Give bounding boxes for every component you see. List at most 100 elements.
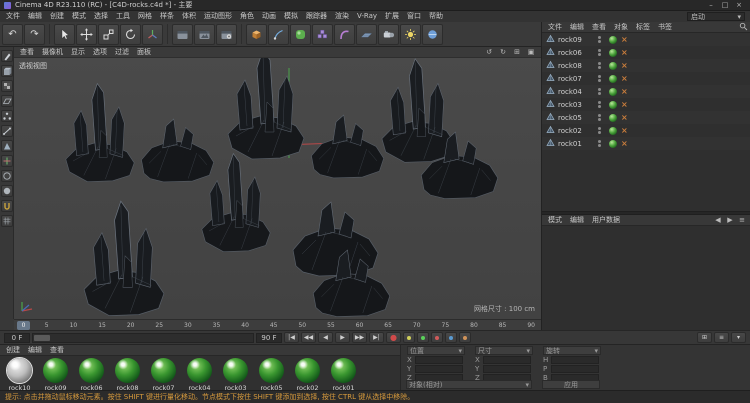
add-cube-icon[interactable] [246, 23, 267, 45]
material-sphere[interactable] [331, 358, 356, 383]
menu-volume[interactable]: 体积 [178, 11, 200, 22]
floor-icon[interactable] [356, 23, 377, 45]
perspective-viewport[interactable]: 查看 摄像机 显示 选项 过滤 面板 ↺ ↻ ⊞ ▣ 透视视图 网格尺寸 : 1… [14, 47, 541, 319]
x-tag-icon[interactable]: × [621, 35, 628, 44]
mm-menu-create[interactable]: 创建 [2, 345, 24, 356]
om-menu-bookmarks[interactable]: 书签 [654, 22, 676, 33]
x-tag-icon[interactable]: × [621, 139, 628, 148]
solo-off-icon[interactable] [0, 170, 13, 182]
prev-key-icon[interactable]: ◀◀ [301, 332, 316, 343]
texture-tag-icon[interactable] [609, 139, 617, 148]
position-x-field[interactable] [415, 355, 463, 364]
x-tag-icon[interactable]: × [621, 74, 628, 83]
menu-file[interactable]: 文件 [2, 11, 24, 22]
menu-tools[interactable]: 工具 [112, 11, 134, 22]
power-slider-handle[interactable] [34, 334, 50, 341]
object-row[interactable]: rock02 × [542, 124, 750, 137]
visibility-dots[interactable] [598, 49, 601, 56]
goto-end-icon[interactable]: ▶| [369, 332, 384, 343]
position-header-dropdown[interactable]: 位置 ▾ [407, 346, 465, 355]
material-sphere[interactable] [43, 358, 68, 383]
material-item[interactable]: rock07 [148, 358, 179, 392]
material-item[interactable]: rock01 [328, 358, 359, 392]
playback-rate-icon[interactable]: ▾ [731, 332, 746, 343]
coordinate-system-icon[interactable] [142, 23, 163, 45]
view-redo-icon[interactable]: ↻ [497, 48, 509, 56]
model-mode-icon[interactable] [0, 65, 13, 77]
close-button[interactable]: × [732, 0, 746, 10]
x-tag-icon[interactable]: × [621, 87, 628, 96]
om-menu-objects[interactable]: 对象 [610, 22, 632, 33]
menu-mesh[interactable]: 网格 [134, 11, 156, 22]
texture-tag-icon[interactable] [609, 35, 617, 44]
power-slider[interactable] [32, 332, 254, 343]
playhead[interactable]: 0 [17, 321, 30, 330]
visibility-dots[interactable] [598, 75, 601, 82]
keying-position-icon[interactable] [403, 332, 415, 343]
texture-tag-icon[interactable] [609, 87, 617, 96]
material-item[interactable]: rock08 [112, 358, 143, 392]
object-row[interactable]: rock05 × [542, 111, 750, 124]
undo-icon[interactable]: ↶ [2, 23, 23, 45]
rotation-h-field[interactable] [551, 355, 599, 364]
camera-icon[interactable] [378, 23, 399, 45]
keying-pla-icon[interactable] [459, 332, 471, 343]
viewport-menu-options[interactable]: 选项 [89, 47, 111, 58]
menu-vray[interactable]: V-Ray [353, 11, 381, 22]
menu-extensions[interactable]: 扩展 [381, 11, 403, 22]
object-row[interactable]: rock01 × [542, 137, 750, 150]
workplane-mode-icon[interactable] [0, 215, 13, 227]
texture-tag-icon[interactable] [609, 100, 617, 109]
apply-button[interactable]: 应用 [542, 380, 600, 389]
am-menu-mode[interactable]: 模式 [544, 215, 566, 226]
viewport-menu-view[interactable]: 查看 [16, 47, 38, 58]
keying-parameter-icon[interactable] [445, 332, 457, 343]
menu-tracker[interactable]: 跟踪器 [302, 11, 331, 22]
visibility-dots[interactable] [598, 114, 601, 121]
object-row[interactable]: rock03 × [542, 98, 750, 111]
redo-icon[interactable]: ↷ [24, 23, 45, 45]
material-sphere[interactable] [223, 358, 248, 383]
object-row[interactable]: rock06 × [542, 46, 750, 59]
material-item[interactable]: rock05 [256, 358, 287, 392]
om-menu-file[interactable]: 文件 [544, 22, 566, 33]
material-sphere[interactable] [151, 358, 176, 383]
subdivision-surface-icon[interactable] [290, 23, 311, 45]
material-item[interactable]: rock10 [4, 357, 35, 392]
menu-simulate[interactable]: 模拟 [280, 11, 302, 22]
om-menu-view[interactable]: 查看 [588, 22, 610, 33]
menu-animate[interactable]: 动画 [258, 11, 280, 22]
material-sphere[interactable] [6, 357, 33, 384]
visibility-dots[interactable] [598, 127, 601, 134]
view-undo-icon[interactable]: ↺ [483, 48, 495, 56]
texture-tag-icon[interactable] [609, 126, 617, 135]
x-tag-icon[interactable]: × [621, 61, 628, 70]
object-row[interactable]: rock08 × [542, 59, 750, 72]
om-menu-tags[interactable]: 标签 [632, 22, 654, 33]
viewport-canvas[interactable] [14, 58, 541, 319]
viewport-label[interactable]: 透视视图 [19, 61, 47, 71]
polygons-mode-icon[interactable] [0, 140, 13, 152]
size-y-field[interactable] [483, 364, 531, 373]
playback-options-icon[interactable]: ⊞ [697, 332, 712, 343]
render-view-icon[interactable] [172, 23, 193, 45]
viewport-menu-display[interactable]: 显示 [67, 47, 89, 58]
light-icon[interactable] [400, 23, 421, 45]
render-picture-viewer-icon[interactable] [194, 23, 215, 45]
material-sphere[interactable] [79, 358, 104, 383]
am-menu-edit[interactable]: 编辑 [566, 215, 588, 226]
object-row[interactable]: rock09 × [542, 33, 750, 46]
visibility-dots[interactable] [598, 140, 601, 147]
viewport-menu-filter[interactable]: 过滤 [111, 47, 133, 58]
play-icon[interactable]: ▶ [335, 332, 350, 343]
x-tag-icon[interactable]: × [621, 113, 628, 122]
am-options-icon[interactable]: ≡ [736, 216, 748, 224]
enable-snap-icon[interactable] [0, 200, 13, 212]
end-frame-field[interactable]: 90 F [256, 332, 282, 343]
position-y-field[interactable] [415, 364, 463, 373]
rotation-p-field[interactable] [551, 364, 599, 373]
keyframe-selection-icon[interactable]: ≡ [714, 332, 729, 343]
deformer-bend-icon[interactable] [334, 23, 355, 45]
keying-scale-icon[interactable] [417, 332, 429, 343]
next-key-icon[interactable]: ▶▶ [352, 332, 367, 343]
